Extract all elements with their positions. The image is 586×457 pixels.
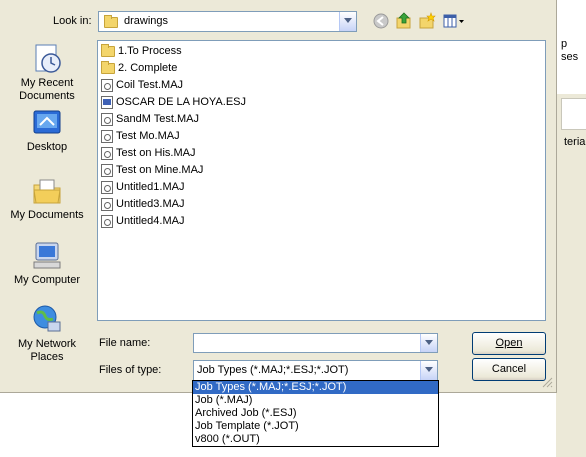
open-button[interactable]: Open	[472, 332, 546, 355]
cancel-button[interactable]: Cancel	[472, 358, 546, 381]
place-my-documents[interactable]: My Documents	[8, 175, 86, 222]
archived-job-icon	[101, 95, 113, 109]
file-list-item[interactable]: Untitled3.MAJ	[101, 196, 184, 212]
back-button[interactable]	[372, 12, 390, 30]
file-name-dropdown[interactable]	[420, 334, 437, 352]
file-name-text: 2. Complete	[118, 62, 178, 74]
my-computer-icon	[31, 240, 63, 272]
files-of-type-dropdown-list[interactable]: Job Types (*.MAJ;*.ESJ;*.JOT) Job (*.MAJ)…	[192, 380, 439, 447]
desktop-icon	[31, 107, 63, 139]
file-name-text: Untitled1.MAJ	[116, 181, 185, 193]
job-file-icon	[101, 197, 113, 211]
place-desktop[interactable]: Desktop	[8, 107, 86, 154]
resize-grip[interactable]	[541, 376, 553, 388]
look-in-label: Look in:	[53, 15, 92, 27]
background-text-2: teria	[564, 136, 586, 148]
background-panel-2	[561, 98, 586, 130]
up-folder-icon	[396, 12, 411, 29]
place-label: My Network Places	[17, 338, 77, 363]
chevron-down-icon[interactable]	[420, 361, 437, 380]
background-text: p ses	[561, 38, 579, 63]
file-list-item[interactable]: 2. Complete	[101, 60, 177, 76]
file-name-text: Untitled3.MAJ	[116, 198, 185, 210]
job-file-icon	[101, 78, 113, 92]
file-list-item[interactable]: Untitled1.MAJ	[101, 179, 184, 195]
new-folder-button[interactable]	[418, 12, 436, 30]
my-documents-icon	[31, 175, 63, 207]
folder-icon	[104, 15, 118, 28]
file-list-item[interactable]: Coil Test.MAJ	[101, 77, 183, 93]
file-name-text: Test on Mine.MAJ	[116, 164, 204, 176]
place-my-computer[interactable]: My Computer	[8, 240, 86, 287]
file-list-item[interactable]: Test on His.MAJ	[101, 145, 195, 161]
file-name-text: SandM Test.MAJ	[116, 113, 199, 125]
folder-icon	[101, 60, 115, 74]
file-list-item[interactable]: Test Mo.MAJ	[101, 128, 180, 144]
file-type-option[interactable]: Job Template (*.JOT)	[193, 420, 438, 433]
views-menu-button[interactable]	[443, 12, 465, 30]
file-name-text: Test on His.MAJ	[116, 147, 196, 159]
job-file-icon	[101, 214, 113, 228]
up-folder-button[interactable]	[395, 12, 413, 30]
file-name-input[interactable]	[193, 333, 438, 353]
file-list-item[interactable]: OSCAR DE LA HOYA.ESJ	[101, 94, 246, 110]
file-type-option[interactable]: Job (*.MAJ)	[193, 394, 438, 407]
network-places-icon	[31, 304, 63, 336]
job-file-icon	[101, 163, 113, 177]
file-name-text: Untitled4.MAJ	[116, 215, 185, 227]
new-folder-icon	[419, 12, 436, 29]
file-list-item[interactable]: Untitled4.MAJ	[101, 213, 184, 229]
files-of-type-value: Job Types (*.MAJ;*.ESJ;*.JOT)	[197, 364, 349, 376]
look-in-combo[interactable]: drawings	[98, 11, 357, 32]
background-panel: p ses	[556, 0, 586, 94]
views-icon	[443, 14, 464, 28]
place-my-recent-documents[interactable]: My Recent Documents	[8, 43, 86, 103]
recent-documents-icon	[31, 43, 63, 75]
files-of-type-combo[interactable]: Job Types (*.MAJ;*.ESJ;*.JOT)	[193, 360, 438, 381]
file-list-item[interactable]: 1.To Process	[101, 43, 182, 59]
file-list-item[interactable]: Test on Mine.MAJ	[101, 162, 203, 178]
place-label: My Computer	[13, 274, 81, 286]
background-window: p ses teria	[556, 0, 586, 457]
place-label: Desktop	[26, 141, 68, 153]
folder-icon	[101, 43, 115, 57]
job-file-icon	[101, 180, 113, 194]
file-type-option[interactable]: Archived Job (*.ESJ)	[193, 407, 438, 420]
file-type-option[interactable]: Job Types (*.MAJ;*.ESJ;*.JOT)	[193, 381, 438, 394]
cancel-button-label: Cancel	[491, 363, 527, 375]
file-name-text: 1.To Process	[118, 45, 182, 57]
job-file-icon	[101, 112, 113, 126]
job-file-icon	[101, 129, 113, 143]
chevron-down-icon[interactable]	[339, 12, 356, 31]
job-file-icon	[101, 146, 113, 160]
chevron-down-icon[interactable]	[420, 334, 437, 352]
look-in-value: drawings	[124, 15, 169, 27]
place-label: My Documents	[10, 209, 84, 221]
open-dialog: Look in: drawings My Recent Documents De…	[0, 0, 557, 393]
open-button-label: Open	[495, 337, 523, 349]
file-type-option[interactable]: v800 (*.OUT)	[193, 433, 438, 446]
file-name-label: File name:	[99, 337, 151, 349]
files-of-type-label: Files of type:	[99, 364, 162, 376]
file-name-text: Test Mo.MAJ	[116, 130, 180, 142]
place-my-network-places[interactable]: My Network Places	[8, 304, 86, 364]
file-name-text: Coil Test.MAJ	[116, 79, 184, 91]
place-label: My Recent Documents	[19, 77, 75, 102]
file-list[interactable]: 1.To Process 2. Complete Coil Test.MAJ OSCA…	[97, 40, 546, 321]
file-name-text: OSCAR DE LA HOYA.ESJ	[116, 96, 247, 108]
file-list-item[interactable]: SandM Test.MAJ	[101, 111, 199, 127]
back-arrow-icon	[373, 13, 389, 29]
